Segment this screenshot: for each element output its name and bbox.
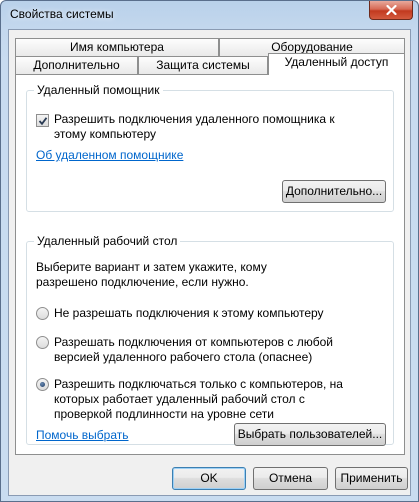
allow-remote-assistance-checkbox[interactable]	[36, 114, 49, 127]
tab-computer-name[interactable]: Имя компьютера	[15, 38, 219, 56]
remote-desktop-group: Удаленный рабочий стол Выберите вариант …	[26, 234, 394, 446]
tab-advanced[interactable]: Дополнительно	[15, 56, 138, 74]
remote-assistance-group-label: Удаленный помощник	[34, 83, 163, 97]
system-properties-window: Свойства системы Имя компьютера Оборудов…	[0, 0, 419, 502]
checkmark-icon	[38, 117, 48, 126]
tab-system-protection[interactable]: Защита системы	[138, 56, 268, 74]
dialog-client-area: Имя компьютера Оборудование Дополнительн…	[8, 29, 411, 496]
close-button[interactable]	[369, 1, 413, 20]
radio-nla-only[interactable]	[36, 378, 49, 391]
select-users-button[interactable]: Выбрать пользователей...	[234, 423, 386, 446]
cancel-button[interactable]: Отмена	[253, 467, 328, 490]
close-icon	[385, 5, 397, 15]
allow-remote-assistance-label[interactable]: Разрешить подключения удаленного помощни…	[54, 112, 354, 142]
radio-nla-only-label[interactable]: Разрешить подключаться только с компьюте…	[54, 377, 364, 422]
tab-remote[interactable]: Удаленный доступ	[268, 53, 405, 75]
remote-assistance-group: Удаленный помощник Разрешить подключения…	[26, 83, 394, 212]
radio-any-version[interactable]	[36, 336, 49, 349]
remote-tab-panel: Удаленный помощник Разрешить подключения…	[15, 74, 405, 455]
radio-no-connections[interactable]	[36, 307, 49, 320]
remote-assistance-advanced-button[interactable]: Дополнительно...	[282, 180, 386, 203]
title-bar[interactable]: Свойства системы	[1, 1, 418, 29]
radio-any-version-label[interactable]: Разрешать подключения от компьютеров с л…	[54, 335, 374, 365]
help-me-choose-link[interactable]: Помочь выбрать	[36, 428, 129, 442]
remote-desktop-instruction: Выберите вариант и затем укажите, кому р…	[36, 260, 267, 289]
about-remote-assistance-link[interactable]: Об удаленном помощнике	[36, 148, 183, 162]
radio-no-connections-label[interactable]: Не разрешать подключения к этому компьют…	[54, 306, 384, 321]
window-title: Свойства системы	[10, 7, 114, 21]
ok-button[interactable]: OK	[172, 467, 246, 490]
remote-desktop-group-label: Удаленный рабочий стол	[34, 234, 181, 248]
apply-button[interactable]: Применить	[335, 467, 408, 490]
